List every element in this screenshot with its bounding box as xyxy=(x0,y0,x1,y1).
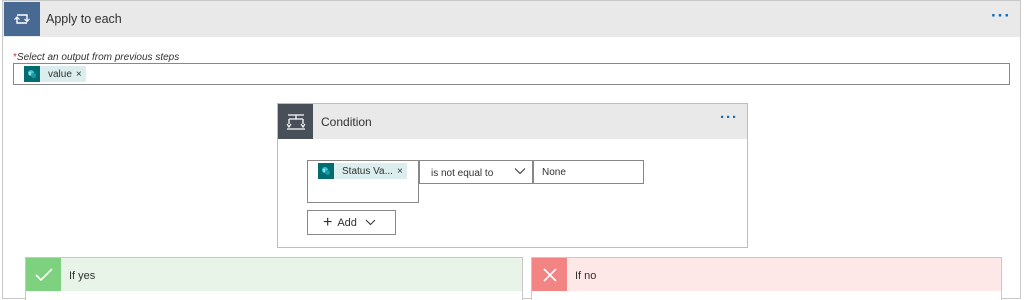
if-yes-title: If yes xyxy=(69,270,96,282)
loop-icon xyxy=(4,2,40,36)
plus-icon: + xyxy=(323,213,333,231)
apply-to-each-card: Apply to each ··· *Select an output from… xyxy=(2,0,1021,300)
if-no-title: If no xyxy=(575,270,597,282)
right-operand-value: None xyxy=(542,167,566,178)
add-button[interactable]: + Add xyxy=(307,210,396,235)
left-operand-input[interactable]: s Status Va... × xyxy=(307,160,419,203)
if-no-header[interactable]: If no xyxy=(532,258,1001,291)
add-button-label: Add xyxy=(337,216,357,229)
value-token[interactable]: s value × xyxy=(24,66,86,82)
status-value-token[interactable]: s Status Va... × xyxy=(318,163,407,179)
apply-to-each-more-options-button[interactable]: ··· xyxy=(991,6,1011,26)
if-yes-branch: If yes xyxy=(25,257,523,300)
condition-icon xyxy=(278,104,313,139)
sharepoint-icon: s xyxy=(24,66,40,82)
checkmark-icon xyxy=(26,258,61,291)
output-field-label: *Select an output from previous steps xyxy=(13,52,179,63)
close-icon xyxy=(532,258,567,291)
condition-more-options-button[interactable]: ··· xyxy=(720,109,738,126)
value-token-remove-icon[interactable]: × xyxy=(76,69,86,80)
if-yes-header[interactable]: If yes xyxy=(26,258,522,291)
apply-to-each-header[interactable]: Apply to each ··· xyxy=(3,1,1020,37)
status-value-token-label: Status Va... xyxy=(342,165,393,177)
right-operand-input[interactable]: None xyxy=(533,160,644,184)
value-token-label: value xyxy=(48,68,72,80)
operator-value: is not equal to xyxy=(431,168,494,179)
condition-card: Condition ··· s Status Va... × is not eq… xyxy=(277,103,748,248)
if-no-branch: If no xyxy=(531,257,1002,300)
status-value-token-remove-icon[interactable]: × xyxy=(397,166,407,177)
output-field-label-text: Select an output from previous steps xyxy=(16,52,180,63)
chevron-down-icon xyxy=(514,167,526,178)
chevron-down-icon xyxy=(365,217,376,229)
condition-title: Condition xyxy=(321,115,372,129)
sharepoint-icon: s xyxy=(318,163,334,179)
condition-header[interactable]: Condition ··· xyxy=(278,104,747,139)
apply-to-each-title: Apply to each xyxy=(46,12,122,26)
operator-dropdown[interactable]: is not equal to xyxy=(419,160,533,184)
output-input[interactable]: s value × xyxy=(13,63,1010,85)
